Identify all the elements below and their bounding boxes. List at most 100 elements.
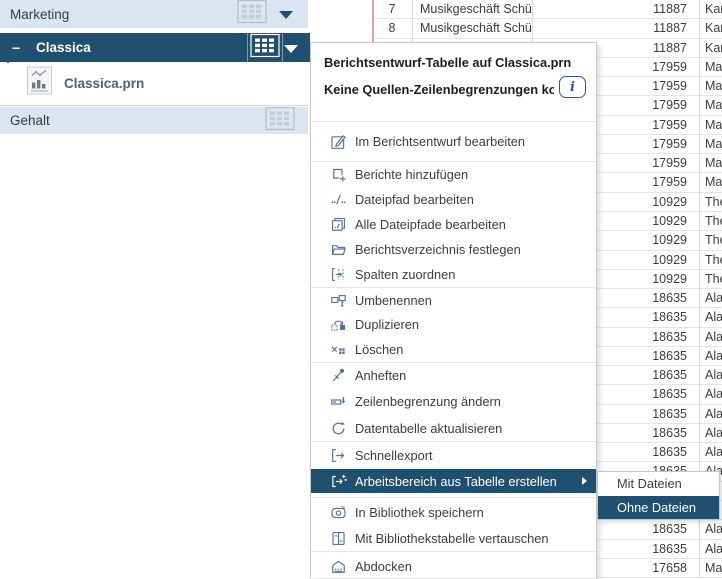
context-menu-subtitle: Keine Quellen-Zeilenbegrenzungen konf... [324,80,554,99]
menu-item-label: Datentabelle aktualisieren [355,421,502,436]
extra-cell: Ma [699,559,722,577]
extra-cell: Ma [699,77,722,95]
extra-cell: Ala [699,540,722,558]
menu-group: Anheften Zeilenbegrenzung ändern Datentabe… [311,363,596,442]
menu-item-label: Duplizieren [355,317,419,332]
collapse-icon[interactable]: − [12,33,20,62]
quick-export-icon [330,447,347,464]
menu-item-label: Zeilenbegrenzung ändern [355,394,501,409]
extra-cell: The [699,193,722,211]
menu-item-alle-dateipfade-bearbeiten[interactable]: Alle Dateipfade bearbeiten [311,212,596,237]
menu-item-datentabelle-aktualisieren[interactable]: Datentabelle aktualisieren [311,415,596,441]
menu-group: Abdocken [311,552,596,579]
extra-cell: Kar [699,39,722,57]
sidebar-item-classica-prn[interactable]: Classica.prn [0,63,308,103]
sidebar-item-label: Gehalt [10,113,50,128]
table-grid-icon[interactable] [265,106,295,135]
extra-cell: The [699,231,722,249]
menu-item-arbeitsbereich-aus-tabelle-erstellen[interactable]: Arbeitsbereich aus Tabelle erstellen [311,469,596,493]
row-number-cell: 7 [372,0,412,18]
menu-item-in-bibliothek-speichern[interactable]: In Bibliothek speichern [311,499,596,525]
menu-item-löschen[interactable]: Löschen [311,337,596,362]
sidebar-item-gehalt[interactable]: Gehalt [0,107,308,134]
extra-cell: Ala [699,328,722,346]
extra-cell: Ma [699,58,722,76]
menu-item-anheften[interactable]: Anheften [311,363,596,389]
refresh-icon [330,420,347,437]
menu-item-label: Löschen [355,342,403,357]
menu-item-label: Mit Bibliothekstabelle vertauschen [355,531,548,546]
extra-cell: Ma [699,173,722,191]
submenu: Mit DateienOhne Dateien [597,471,720,520]
menu-item-label: Dateipfad bearbeiten [355,192,474,207]
menu-item-mit-bibliothekstabelle-vertauschen[interactable]: Mit Bibliothekstabelle vertauschen [311,525,596,551]
sidebar: Marketing − Classica Classica.prn Gehalt [0,0,310,578]
extra-cell: Ala [699,443,722,461]
pin-icon [330,367,347,384]
extra-cell: The [699,270,722,288]
menu-item-berichte-hinzufügen[interactable]: Berichte hinzufügen [311,162,596,187]
menu-item-label: Abdocken [355,559,412,574]
extra-cell: Ala [699,405,722,423]
menu-item-dateipfad-bearbeiten[interactable]: Dateipfad bearbeiten [311,187,596,212]
value-cell: 11887 [532,0,699,18]
menu-group: Berichte hinzufügen Dateipfad bearbeiten A… [311,162,596,287]
menu-item-label: Im Berichtsentwurf bearbeiten [355,134,525,149]
all-file-paths-icon [330,216,347,233]
row-number-cell: 8 [372,19,412,37]
menu-item-abdocken[interactable]: Abdocken [311,553,596,579]
table-row[interactable]: 7Musikgeschäft Schütz11887Kar [372,0,722,19]
report-file-icon [27,67,52,100]
chevron-down-icon[interactable] [284,45,298,53]
table-grid-icon[interactable] [250,33,280,62]
context-menu-title: Berichtsentwurf-Tabelle auf Classica.prn [324,53,584,72]
extra-cell: Ala [699,347,722,365]
name-cell: Musikgeschäft Schütz [413,0,531,18]
extra-cell: Ma [699,116,722,134]
info-icon[interactable]: i [559,76,586,98]
menu-item-label: Schnellexport [355,448,433,463]
extra-cell: Ala [699,520,722,538]
extra-cell: Ma [699,96,722,114]
edit-pencil-icon [330,133,347,150]
menu-item-label: Berichte hinzufügen [355,167,468,182]
add-report-icon [330,166,347,183]
swap-library-icon [330,530,347,547]
menu-item-im-berichtsentwurf-bearbeiten[interactable]: Im Berichtsentwurf bearbeiten [311,122,596,161]
table-grid-icon[interactable] [237,0,267,29]
menu-item-berichtsverzeichnis-festlegen[interactable]: Berichtsverzeichnis festlegen [311,237,596,262]
context-menu: Berichtsentwurf-Tabelle auf Classica.prn… [310,42,597,578]
menu-item-label: Berichtsverzeichnis festlegen [355,242,521,257]
sidebar-item-classica[interactable]: − Classica [0,33,310,62]
sidebar-item-marketing[interactable]: Marketing [0,0,308,28]
map-columns-icon [330,266,347,283]
table-row[interactable]: 8Musikgeschäft Schütz11887Kar [372,19,722,38]
row-limit-icon [330,393,347,410]
menu-item-label: Umbenennen [355,293,432,308]
submenu-item-ohne-dateien[interactable]: Ohne Dateien [598,496,719,520]
extra-cell: The [699,212,722,230]
menu-item-umbenennen[interactable]: Umbenennen [311,288,596,313]
menu-item-schnellexport[interactable]: Schnellexport [311,442,596,469]
value-cell: 11887 [532,19,699,37]
duplicate-icon [330,316,347,333]
menu-item-spalten-zuordnen[interactable]: Spalten zuordnen [311,262,596,287]
sidebar-item-label: Classica [36,40,91,55]
chevron-down-icon[interactable] [279,11,293,19]
menu-item-label: Alle Dateipfade bearbeiten [355,217,506,232]
sidebar-item-label: Marketing [10,7,69,22]
menu-item-duplizieren[interactable]: Duplizieren [311,313,596,338]
save-library-icon [330,504,347,521]
sidebar-divider [0,105,308,106]
create-workspace-icon [330,473,347,490]
menu-group: In Bibliothek speichern Mit Bibliotheksta… [311,498,596,551]
context-menu-header: Berichtsentwurf-Tabelle auf Classica.prn… [311,43,596,121]
name-cell: Musikgeschäft Schütz [413,19,531,37]
undock-icon [330,558,347,575]
extra-cell: Ala [699,289,722,307]
menu-item-zeilenbegrenzung-ändern[interactable]: Zeilenbegrenzung ändern [311,389,596,415]
menu-group: Im Berichtsentwurf bearbeiten [311,122,596,161]
extra-cell: Ala [699,308,722,326]
extra-cell: Ala [699,385,722,403]
submenu-item-mit-dateien[interactable]: Mit Dateien [598,472,719,496]
